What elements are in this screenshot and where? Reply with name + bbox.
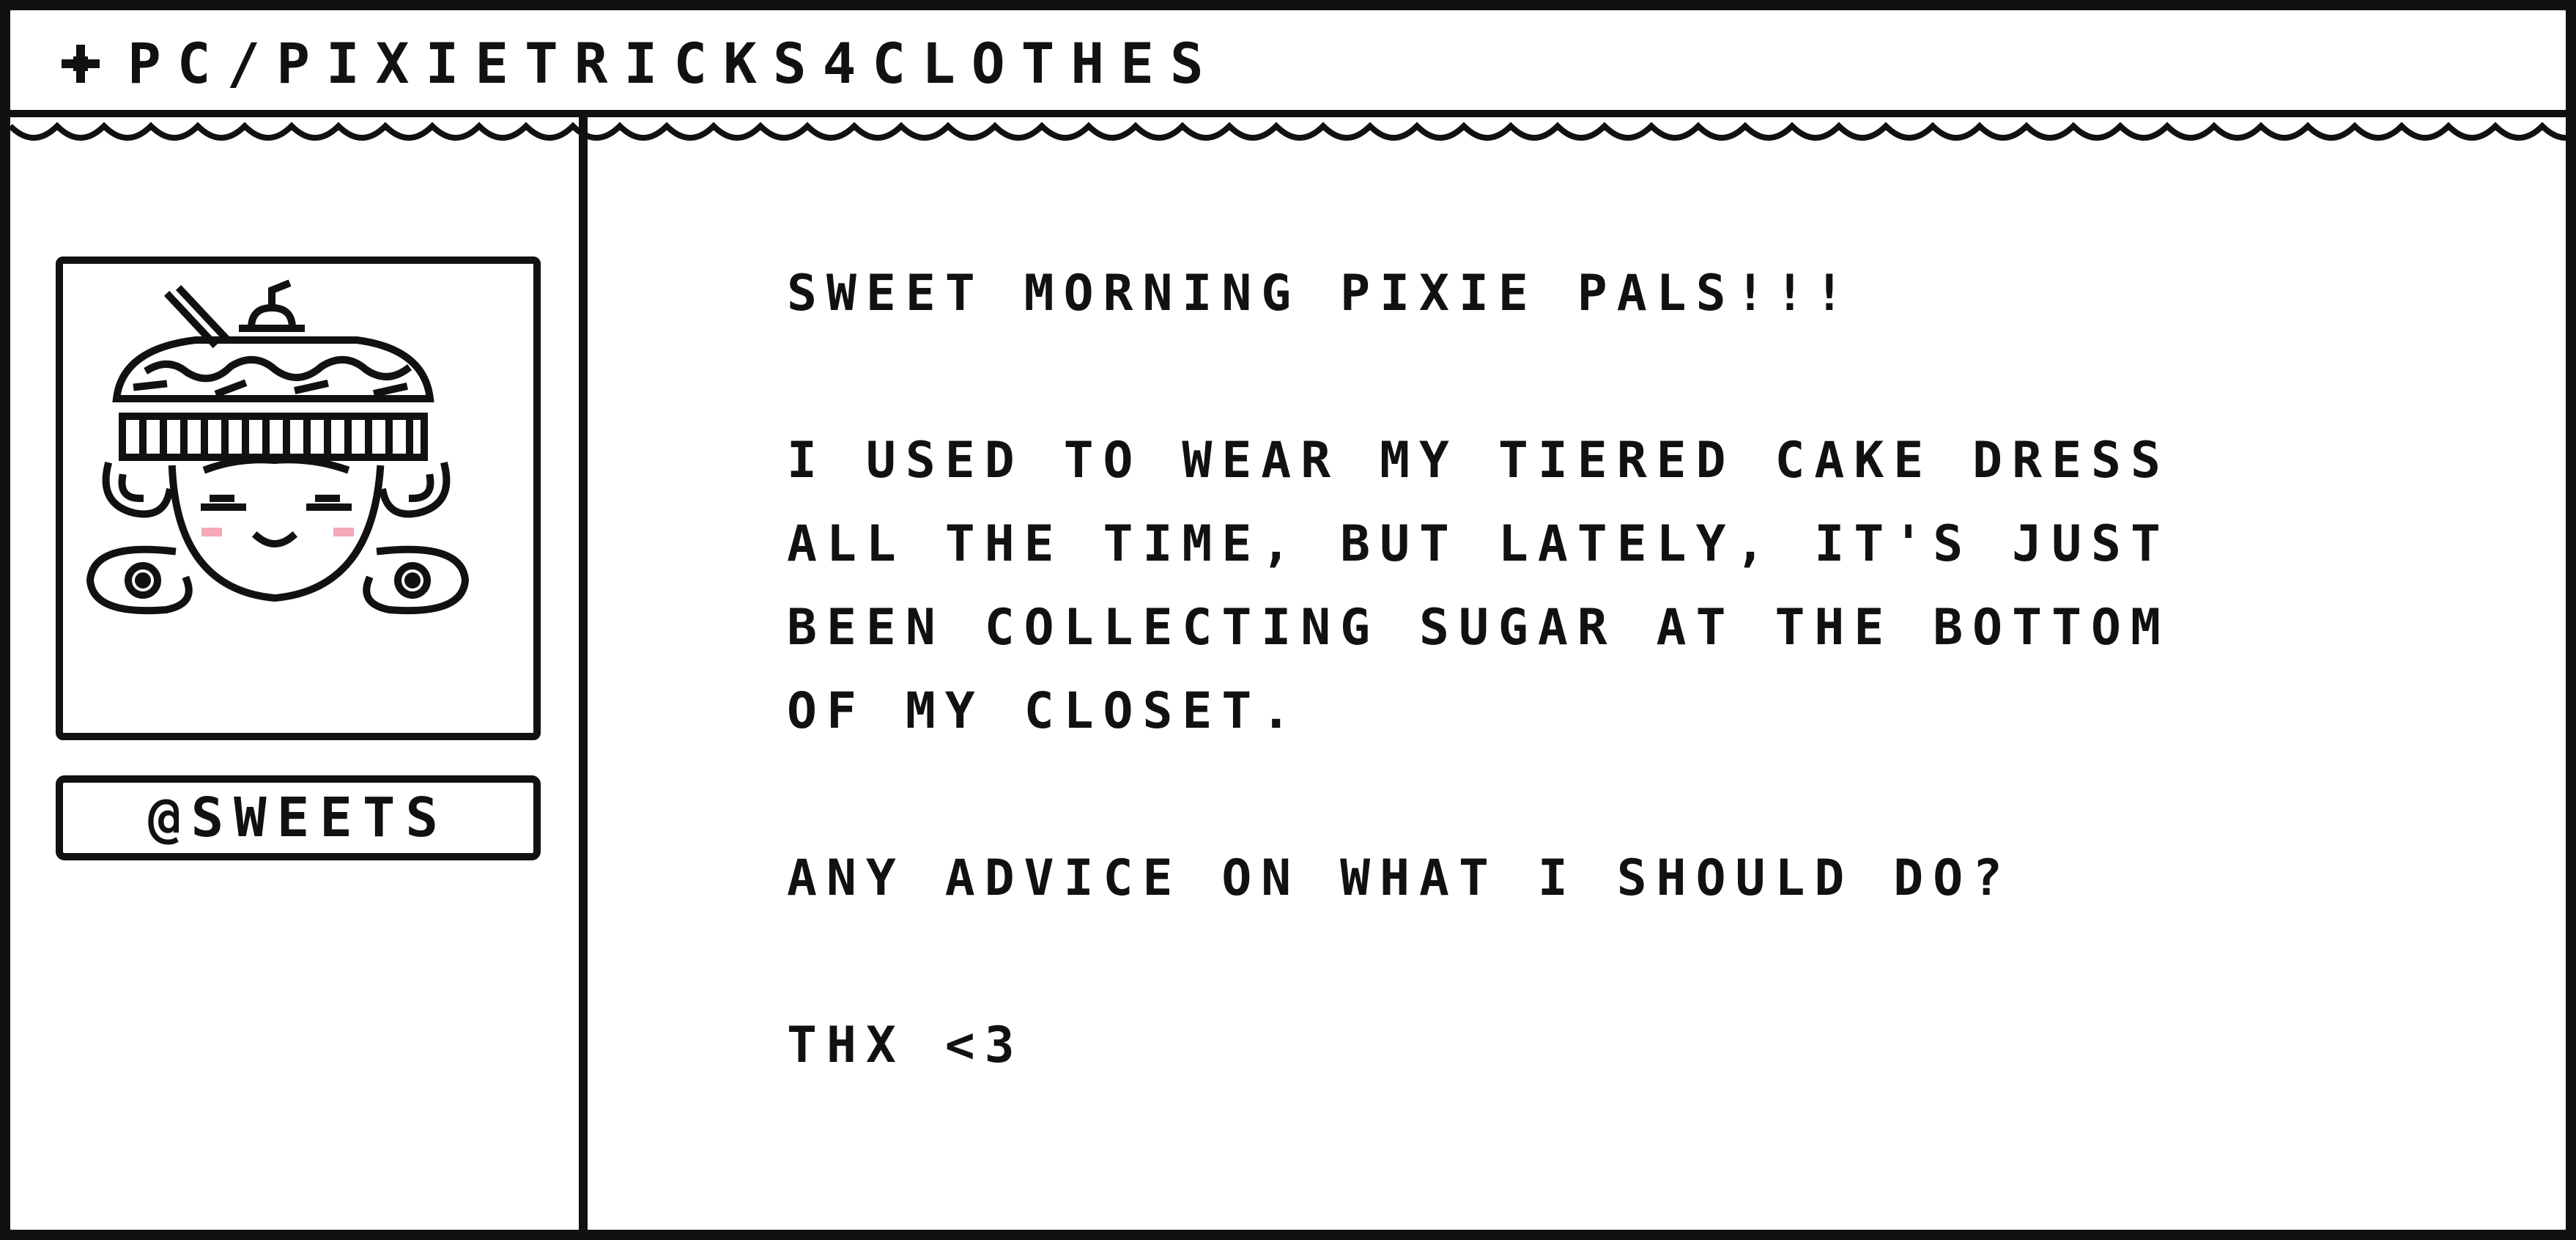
title-bar-content: PC/PIXIETRICKS4CLOTHES <box>62 23 1220 104</box>
post-greeting: SWEET MORNING PIXIE PALS!!! <box>787 265 1854 322</box>
avatar[interactable] <box>56 257 541 740</box>
post-line: I USED TO WEAR MY TIERED CAKE DRESS <box>787 432 2170 490</box>
profile-sidebar: @SWEETS <box>10 117 588 1240</box>
cupcake-girl-avatar-icon <box>86 279 470 615</box>
username-button[interactable]: @SWEETS <box>56 775 541 860</box>
page-title: PC/PIXIETRICKS4CLOTHES <box>127 31 1220 96</box>
post-line: OF MY CLOSET. <box>787 682 1301 740</box>
post-window: PC/PIXIETRICKS4CLOTHES @SWEETS SWEET MOR… <box>0 0 2576 1240</box>
post-line: ALL THE TIME, BUT LATELY, IT'S JUST <box>787 515 2170 573</box>
sparkle-icon <box>62 45 100 83</box>
post-line: BEEN COLLECTING SUGAR AT THE BOTTOM <box>787 599 2170 657</box>
post-body: SWEET MORNING PIXIE PALS!!! I USED TO WE… <box>787 252 2443 1088</box>
username-label: @SWEETS <box>148 786 448 849</box>
post-signoff: THX <3 <box>787 1016 1024 1074</box>
post-question: ANY ADVICE ON WHAT I SHOULD DO? <box>787 849 2013 907</box>
title-bar: PC/PIXIETRICKS4CLOTHES <box>10 10 2566 117</box>
